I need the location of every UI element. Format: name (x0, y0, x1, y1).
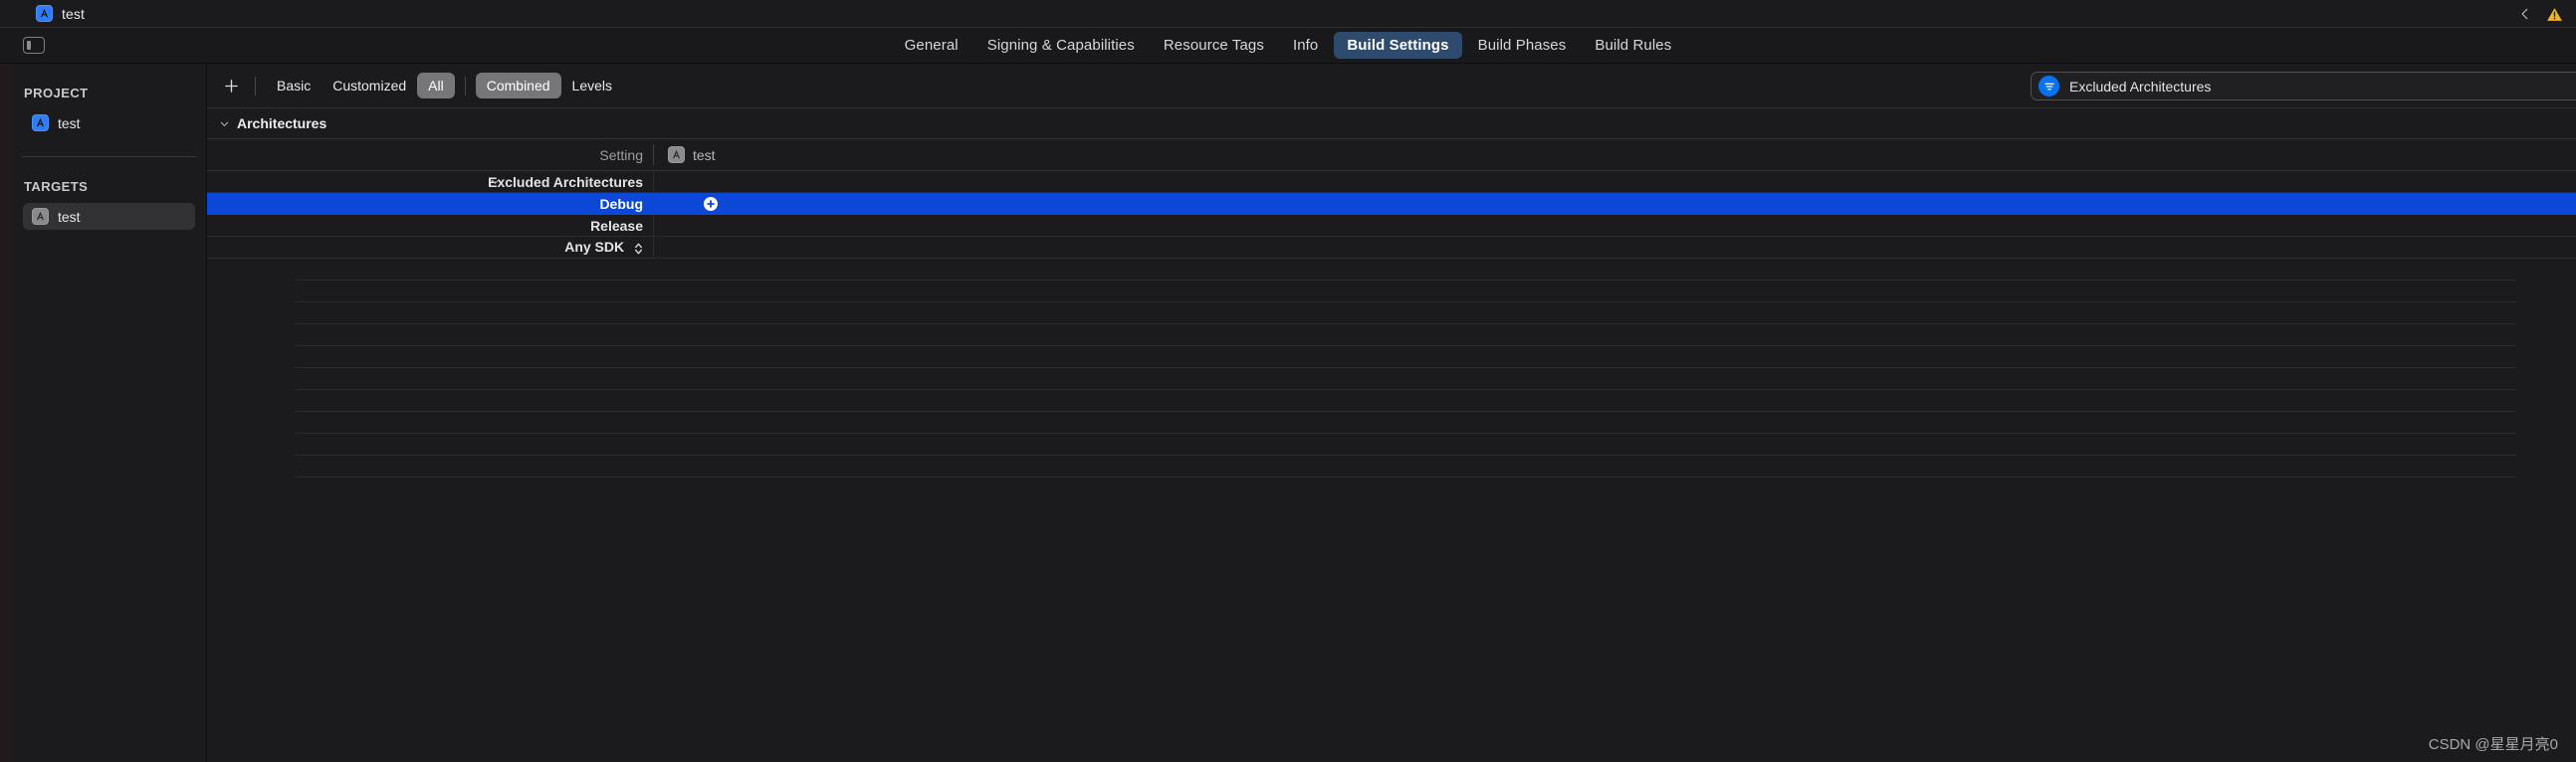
settings-group-architectures[interactable]: Architectures (207, 108, 2576, 139)
sidebar-left-accent-strip (0, 64, 12, 762)
build-settings-editor: Basic Customized All Combined Levels Exc… (207, 64, 2576, 762)
column-header-target: test (654, 146, 2576, 163)
editor-tabs: General Signing & Capabilities Resource … (892, 32, 1685, 59)
search-input[interactable]: Excluded Architectures (2069, 79, 2211, 95)
sidebar-toggle-icon[interactable] (23, 37, 45, 54)
tab-build-rules[interactable]: Build Rules (1582, 32, 1684, 59)
sidebar-item-label: test (58, 208, 81, 225)
column-header-setting: Setting (599, 146, 643, 163)
tab-build-settings[interactable]: Build Settings (1334, 32, 1462, 59)
table-empty-rows (207, 259, 2576, 477)
filter-segment-customized[interactable]: Customized (322, 73, 417, 98)
app-store-icon (36, 5, 53, 22)
app-store-icon-gray (32, 208, 49, 225)
project-navigator-sidebar: PROJECT test TARGETS test (12, 64, 207, 762)
sidebar-heading-project: PROJECT (24, 86, 89, 100)
chevron-left-icon[interactable] (2518, 7, 2532, 21)
watermark: CSDN @星星月亮0 (2428, 736, 2558, 753)
sidebar-item-target-test[interactable]: test (23, 203, 195, 230)
table-empty-row (296, 412, 2516, 434)
plus-circle-icon[interactable] (704, 197, 718, 211)
row-divider (653, 236, 654, 259)
editor-tab-bar: General Signing & Capabilities Resource … (0, 28, 2576, 64)
tab-general[interactable]: General (892, 32, 971, 59)
table-row-release[interactable]: Release (207, 214, 2576, 237)
table-header-row: Setting test (207, 139, 2576, 171)
table-row-label: Release (590, 217, 643, 234)
build-settings-table: Architectures Setting test Excluded Arch… (207, 108, 2576, 477)
window-title: test (62, 5, 85, 22)
tab-build-phases[interactable]: Build Phases (1465, 32, 1580, 59)
table-empty-row (296, 368, 2516, 390)
window-title-bar: test (0, 0, 2576, 28)
table-empty-row (296, 281, 2516, 302)
chevron-down-icon[interactable] (488, 176, 502, 187)
sidebar-item-label: test (58, 114, 81, 131)
table-row-label: Debug (599, 196, 643, 212)
up-down-stepper-icon[interactable] (634, 242, 643, 256)
filter-funnel-icon[interactable] (2039, 76, 2059, 96)
chevron-down-icon[interactable] (215, 118, 233, 129)
settings-search-field[interactable]: Excluded Architectures (2031, 72, 2576, 100)
app-store-icon (32, 114, 49, 131)
tab-resource-tags[interactable]: Resource Tags (1151, 32, 1277, 59)
filter-segment-levels[interactable]: Levels (561, 73, 623, 98)
filter-bar-divider-2 (464, 76, 466, 95)
filter-segment-basic[interactable]: Basic (266, 73, 322, 98)
app-store-icon-gray (668, 146, 685, 163)
build-settings-filter-bar: Basic Customized All Combined Levels Exc… (207, 64, 2576, 108)
table-row-value[interactable] (654, 197, 2576, 211)
table-row-label: Any SDK (207, 239, 653, 255)
tab-signing-capabilities[interactable]: Signing & Capabilities (974, 32, 1148, 59)
filter-segment-combined[interactable]: Combined (475, 73, 561, 98)
table-row-label: Excluded Architectures (488, 173, 643, 190)
titlebar-right-controls (2518, 0, 2562, 28)
table-row-label-text: Any SDK (564, 239, 625, 256)
table-empty-row (296, 434, 2516, 456)
tab-info[interactable]: Info (1280, 32, 1331, 59)
table-empty-row (296, 324, 2516, 346)
table-empty-row (296, 259, 2516, 281)
window-title-group: test (36, 5, 85, 22)
table-row-any-sdk[interactable]: Any SDK (207, 236, 2576, 259)
table-empty-row (296, 346, 2516, 368)
row-divider (653, 170, 654, 193)
sidebar-item-project-test[interactable]: test (23, 109, 195, 136)
table-empty-row (296, 390, 2516, 412)
table-row-debug[interactable]: Debug (207, 193, 2576, 215)
add-setting-button[interactable] (217, 72, 245, 99)
table-row-excluded-architectures[interactable]: Excluded Architectures (207, 170, 2576, 193)
row-divider (653, 214, 654, 237)
table-empty-row (296, 302, 2516, 324)
warning-triangle-icon[interactable] (2546, 6, 2562, 22)
filter-bar-divider (255, 76, 256, 95)
settings-group-label: Architectures (237, 115, 327, 131)
filter-segment-all[interactable]: All (417, 73, 455, 98)
table-empty-row (296, 456, 2516, 477)
column-header-target-label: test (693, 146, 716, 163)
sidebar-heading-targets: TARGETS (24, 179, 89, 194)
